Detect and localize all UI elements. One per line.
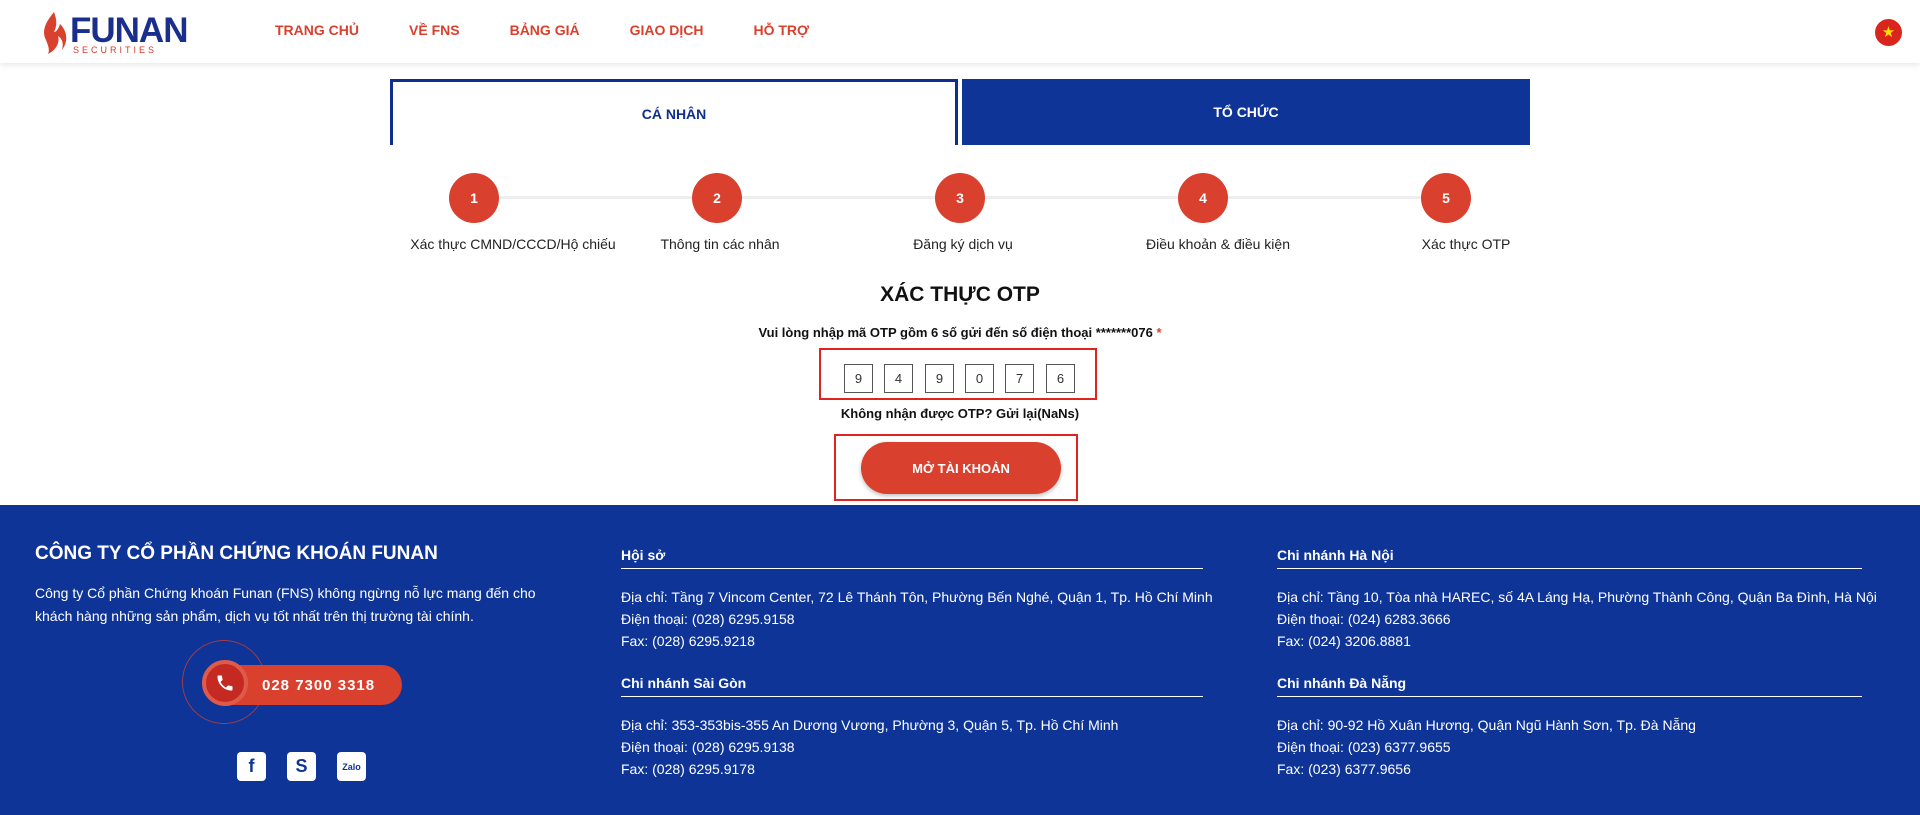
office-saigon-phone: Điện thoại: (028) 6295.9138 bbox=[621, 739, 795, 755]
otp-digit-6[interactable] bbox=[1046, 364, 1075, 393]
site-footer: CÔNG TY CỔ PHẦN CHỨNG KHOÁN FUNAN Công t… bbox=[0, 505, 1920, 815]
logo-text: FUNAN bbox=[70, 11, 188, 50]
tab-organization[interactable]: TỔ CHỨC bbox=[962, 79, 1530, 145]
funan-logo[interactable]: FUNAN SECURITIES bbox=[38, 10, 188, 56]
otp-input-group bbox=[819, 348, 1097, 400]
office-saigon: Chi nhánh Sài Gòn Địa chỉ: 353-353bis-35… bbox=[621, 675, 1203, 780]
tab-personal[interactable]: CÁ NHÂN bbox=[390, 79, 958, 145]
step-3-label: Đăng ký dịch vụ bbox=[913, 236, 1013, 252]
required-mark: * bbox=[1156, 325, 1162, 340]
office-head-name: Hội sở bbox=[621, 547, 1203, 569]
office-head-phone: Điện thoại: (028) 6295.9158 bbox=[621, 611, 795, 627]
office-saigon-name: Chi nhánh Sài Gòn bbox=[621, 675, 1203, 697]
office-head: Hội sở Địa chỉ: Tầng 7 Vincom Center, 72… bbox=[621, 547, 1213, 652]
office-hanoi-phone: Điện thoại: (024) 6283.3666 bbox=[1277, 611, 1451, 627]
main-nav: TRANG CHỦ VỀ FNS BẢNG GIÁ GIAO DỊCH HỖ T… bbox=[275, 22, 859, 38]
nav-about[interactable]: VỀ FNS bbox=[409, 22, 460, 38]
resend-otp-link[interactable]: Không nhận được OTP? Gửi lại(NaNs) bbox=[0, 406, 1920, 421]
facebook-icon[interactable]: f bbox=[237, 752, 266, 781]
step-2-label: Thông tin các nhân bbox=[660, 236, 780, 252]
footer-company-name: CÔNG TY CỔ PHẦN CHỨNG KHOÁN FUNAN bbox=[35, 543, 438, 564]
office-head-address: Địa chỉ: Tầng 7 Vincom Center, 72 Lê Thá… bbox=[621, 589, 1213, 605]
office-head-fax: Fax: (028) 6295.9218 bbox=[621, 633, 755, 649]
skype-icon[interactable]: S bbox=[287, 752, 316, 781]
open-account-button[interactable]: MỞ TÀI KHOẢN bbox=[861, 442, 1061, 494]
site-header: FUNAN SECURITIES TRANG CHỦ VỀ FNS BẢNG G… bbox=[0, 0, 1920, 63]
step-2: 2 bbox=[692, 173, 742, 223]
office-hanoi: Chi nhánh Hà Nội Địa chỉ: Tầng 10, Tòa n… bbox=[1277, 547, 1877, 652]
logo-subtext: SECURITIES bbox=[73, 45, 158, 55]
otp-title: XÁC THỰC OTP bbox=[880, 283, 1040, 306]
nav-support[interactable]: HỖ TRỢ bbox=[753, 22, 809, 38]
vietnam-flag-icon[interactable]: ★ bbox=[1875, 19, 1902, 46]
office-hanoi-fax: Fax: (024) 3206.8881 bbox=[1277, 633, 1411, 649]
step-1: 1 bbox=[449, 173, 499, 223]
otp-description-text: Vui lòng nhập mã OTP gồm 6 số gửi đến số… bbox=[758, 325, 1153, 340]
office-danang-phone: Điện thoại: (023) 6377.9655 bbox=[1277, 739, 1451, 755]
footer-description: Công ty Cổ phần Chứng khoán Funan (FNS) … bbox=[35, 585, 536, 624]
zalo-icon[interactable]: Zalo bbox=[337, 752, 366, 781]
step-5-label: Xác thực OTP bbox=[1421, 236, 1511, 252]
otp-digit-3[interactable] bbox=[925, 364, 954, 393]
hotline-number: 028 7300 3318 bbox=[262, 677, 376, 694]
step-5: 5 bbox=[1421, 173, 1471, 223]
office-danang-fax: Fax: (023) 6377.9656 bbox=[1277, 761, 1411, 777]
otp-digit-5[interactable] bbox=[1005, 364, 1034, 393]
office-saigon-address: Địa chỉ: 353-353bis-355 An Dương Vương, … bbox=[621, 717, 1119, 733]
otp-digit-4[interactable] bbox=[965, 364, 994, 393]
otp-digit-1[interactable] bbox=[844, 364, 873, 393]
office-danang-name: Chi nhánh Đà Nẵng bbox=[1277, 675, 1862, 697]
step-1-label: Xác thực CMND/CCCD/Hộ chiếu bbox=[410, 236, 616, 252]
office-danang-address: Địa chỉ: 90-92 Hồ Xuân Hương, Quận Ngũ H… bbox=[1277, 717, 1696, 733]
office-hanoi-address: Địa chỉ: Tầng 10, Tòa nhà HAREC, số 4A L… bbox=[1277, 589, 1877, 605]
otp-digit-2[interactable] bbox=[884, 364, 913, 393]
flame-icon bbox=[44, 12, 67, 54]
office-danang: Chi nhánh Đà Nẵng Địa chỉ: 90-92 Hồ Xuân… bbox=[1277, 675, 1862, 780]
nav-home[interactable]: TRANG CHỦ bbox=[275, 22, 359, 38]
phone-icon bbox=[202, 660, 248, 706]
hotline-button[interactable]: 028 7300 3318 bbox=[182, 640, 407, 730]
step-4: 4 bbox=[1178, 173, 1228, 223]
office-saigon-fax: Fax: (028) 6295.9178 bbox=[621, 761, 755, 777]
submit-highlight: MỞ TÀI KHOẢN bbox=[834, 434, 1078, 501]
step-3: 3 bbox=[935, 173, 985, 223]
nav-trading[interactable]: GIAO DỊCH bbox=[630, 22, 704, 38]
nav-price-board[interactable]: BẢNG GIÁ bbox=[510, 22, 580, 38]
otp-description: Vui lòng nhập mã OTP gồm 6 số gửi đến số… bbox=[0, 325, 1920, 340]
office-hanoi-name: Chi nhánh Hà Nội bbox=[1277, 547, 1862, 569]
step-4-label: Điều khoản & điều kiện bbox=[1146, 236, 1290, 252]
